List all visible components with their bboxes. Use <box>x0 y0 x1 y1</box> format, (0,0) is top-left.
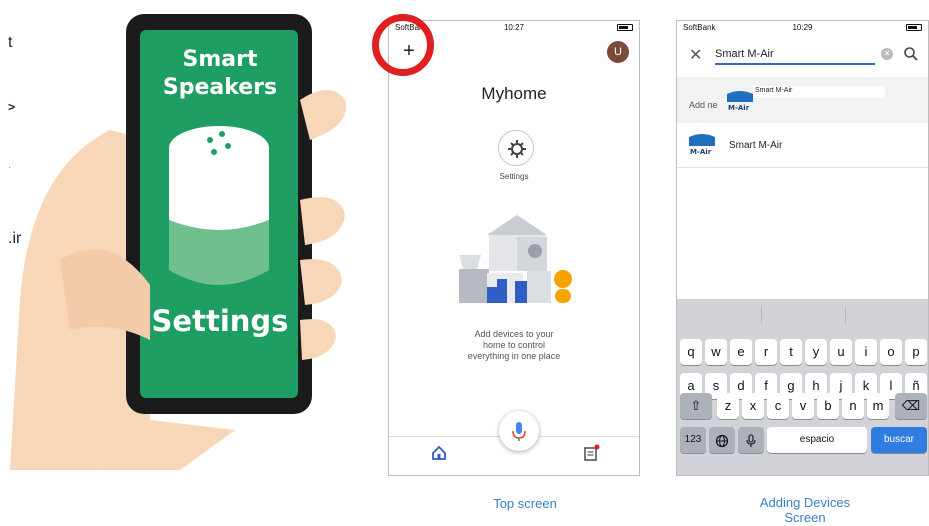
search-result-name: Smart M-Air <box>729 140 783 151</box>
on-screen-keyboard: qwertyuiop asdfghjklñ ⇧ ⌫ zxcvbnm 123 es… <box>677 299 928 475</box>
empty-message-line-2: home to control <box>482 340 546 350</box>
key-row1-8[interactable]: o <box>880 339 902 365</box>
key-row3-0[interactable]: z <box>717 393 739 419</box>
numbers-key[interactable]: 123 <box>680 427 706 453</box>
suggestion-separator <box>845 307 846 323</box>
speaker-dot <box>211 149 217 155</box>
key-row1-7[interactable]: i <box>855 339 877 365</box>
home-icon <box>432 445 446 460</box>
finger-2 <box>300 197 345 245</box>
empty-message-line-3: everything in one place <box>467 351 561 361</box>
suggestion-separator <box>761 307 762 323</box>
space-key[interactable]: espacio <box>767 427 867 453</box>
search-icon[interactable] <box>902 45 920 63</box>
top-screen-caption: Top screen <box>493 496 557 511</box>
hand-holding-phone-illustration <box>10 14 346 470</box>
shift-key[interactable]: ⇧ <box>680 393 712 419</box>
feed-tab[interactable] <box>581 443 601 463</box>
search-bar: ✕ ✕ <box>677 35 928 75</box>
key-row3-1[interactable]: x <box>742 393 764 419</box>
globe-key[interactable] <box>709 427 735 453</box>
key-row3-6[interactable]: m <box>867 393 889 419</box>
result-divider <box>677 167 928 168</box>
key-row3-3[interactable]: v <box>792 393 814 419</box>
key-row1-9[interactable]: p <box>905 339 927 365</box>
close-icon[interactable]: ✕ <box>689 45 705 64</box>
m-air-logo-icon: M-Air <box>727 91 753 112</box>
add-new-prefix: Add ne <box>689 100 718 110</box>
home-tab[interactable] <box>429 443 449 463</box>
settings-button[interactable] <box>498 130 534 166</box>
m-air-logo-icon: M-Air <box>689 134 715 156</box>
key-row1-1[interactable]: w <box>705 339 727 365</box>
battery-icon <box>617 24 633 31</box>
key-row1-3[interactable]: r <box>755 339 777 365</box>
clear-search-icon[interactable]: ✕ <box>881 48 893 60</box>
phone-label-settings: Settings <box>151 304 289 338</box>
phone-label-speakers: Speakers <box>162 75 278 100</box>
status-time: 10:29 <box>792 23 813 32</box>
empty-message-line-1: Add devices to your <box>474 329 554 339</box>
battery-icon <box>906 24 922 31</box>
voice-assistant-button[interactable] <box>499 411 539 451</box>
search-result-item[interactable]: M-Air Smart M-Air <box>677 125 928 165</box>
keyboard-suggestion-bar <box>677 299 928 329</box>
adding-devices-caption-line-1: Adding Devices <box>759 495 851 510</box>
key-row3-4[interactable]: b <box>817 393 839 419</box>
phone-label-smart: Smart <box>182 47 258 72</box>
account-avatar[interactable]: U <box>607 41 629 63</box>
finger-3 <box>300 259 342 305</box>
microphone-icon <box>512 422 526 441</box>
settings-label: Settings <box>499 172 529 181</box>
key-row1-6[interactable]: u <box>830 339 852 365</box>
feed-icon <box>584 444 600 461</box>
adding-devices-caption-line-2: Screen <box>784 510 826 525</box>
adding-devices-caption: Adding Devices Screen <box>730 495 880 525</box>
adding-devices-screen: SoftBank 10:29 ✕ ✕ Add ne M-Air Smart M-… <box>676 20 929 476</box>
gear-icon <box>508 140 526 158</box>
key-row3-5[interactable]: n <box>842 393 864 419</box>
dictation-key[interactable] <box>738 427 764 453</box>
m-air-logo-text: M-Air <box>728 104 750 112</box>
microphone-icon <box>746 434 756 447</box>
key-row1-2[interactable]: e <box>730 339 752 365</box>
speaker-dot <box>207 137 213 143</box>
device-search-input[interactable] <box>715 45 875 65</box>
speaker-dot <box>219 131 225 137</box>
search-submit-key[interactable]: buscar <box>871 427 927 453</box>
speaker-upper <box>169 148 269 230</box>
add-new-device-name: Smart M-Air <box>755 87 793 94</box>
key-row1-0[interactable]: q <box>680 339 702 365</box>
key-row1-4[interactable]: t <box>780 339 802 365</box>
status-bar: SoftBank 10:29 <box>677 21 928 35</box>
key-row3-2[interactable]: c <box>767 393 789 419</box>
globe-icon <box>715 434 729 447</box>
backspace-key[interactable]: ⌫ <box>895 393 927 419</box>
key-row1-5[interactable]: y <box>805 339 827 365</box>
empty-home-message: Add devices to your home to control ever… <box>429 329 599 362</box>
home-title: Myhome <box>481 84 547 103</box>
m-air-logo-text: M-Air <box>690 148 712 156</box>
empty-home-illustration <box>459 215 572 303</box>
add-new-device-row[interactable]: Add ne M-Air Smart M-Air <box>677 77 928 123</box>
speaker-dot <box>225 143 231 149</box>
top-screen: SoftBank 10:27 + U Myhome Settings Add d… <box>388 20 640 476</box>
add-button-highlight-circle <box>372 14 434 76</box>
